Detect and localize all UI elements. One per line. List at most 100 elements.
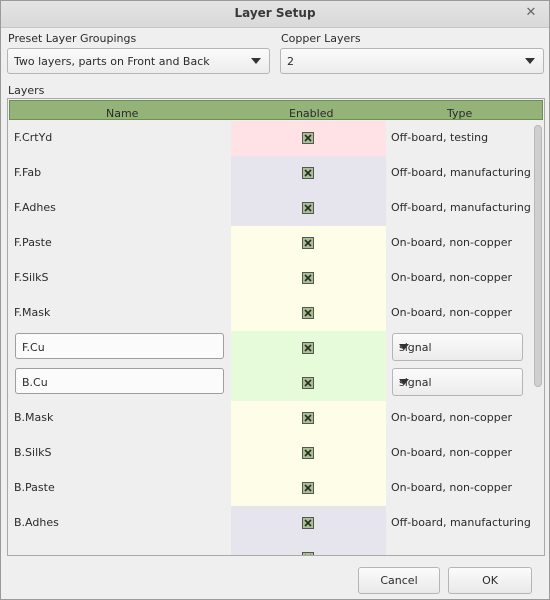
layer-name: F.Fab	[14, 166, 42, 179]
layer-name: F.Adhes	[14, 201, 56, 214]
layer-type: On-board, non-copper	[391, 446, 513, 459]
layer-type: On-board, non-copper	[391, 236, 513, 249]
dialog-title: Layer Setup	[234, 6, 316, 20]
enabled-cell	[231, 156, 386, 191]
layer-setup-dialog: Layer Setup ✕ Preset Layer Groupings Two…	[0, 0, 550, 600]
layer-type: Off-board, manufacturing	[391, 166, 531, 179]
table-row: F.CrtYd Off-board, testing	[8, 121, 532, 156]
chevron-down-icon	[399, 379, 409, 385]
layer-type-dropdown[interactable]: signal	[392, 368, 523, 396]
enabled-checkbox[interactable]	[302, 552, 314, 555]
enabled-checkbox[interactable]	[302, 517, 314, 529]
copper-layers-dropdown[interactable]: 2	[280, 48, 544, 74]
enabled-cell	[231, 506, 386, 541]
copper-layers-label: Copper Layers	[281, 32, 361, 45]
enabled-cell	[231, 226, 386, 261]
layer-name: F.CrtYd	[14, 131, 53, 144]
enabled-cell	[231, 366, 386, 401]
layer-name: B.SilkS	[14, 446, 52, 459]
preset-dropdown[interactable]: Two layers, parts on Front and Back	[7, 48, 270, 74]
enabled-checkbox[interactable]	[302, 202, 314, 214]
table-row: F.Mask On-board, non-copper	[8, 296, 532, 331]
table-row: B.SilkS On-board, non-copper	[8, 436, 532, 471]
layers-label: Layers	[8, 84, 45, 97]
chevron-down-icon	[399, 344, 409, 350]
cancel-button[interactable]: Cancel	[358, 567, 440, 594]
table-header: Name Enabled Type	[9, 100, 543, 120]
chevron-down-icon	[251, 58, 261, 64]
enabled-checkbox[interactable]	[302, 132, 314, 144]
checkmark-icon	[304, 169, 312, 177]
layer-name: B.Adhes	[14, 516, 59, 529]
layer-name-input[interactable]: F.Cu	[15, 333, 224, 359]
enabled-cell	[231, 296, 386, 331]
enabled-checkbox[interactable]	[302, 447, 314, 459]
enabled-checkbox[interactable]	[302, 272, 314, 284]
layer-name: B.Mask	[14, 411, 54, 424]
enabled-cell	[231, 401, 386, 436]
copper-layers-value: 2	[287, 55, 294, 68]
layer-name: F.Paste	[14, 236, 52, 249]
preset-label: Preset Layer Groupings	[8, 32, 137, 45]
layers-table: Name Enabled Type F.CrtYd Off-board, test…	[7, 98, 545, 556]
table-row: F.Paste On-board, non-copper	[8, 226, 532, 261]
chevron-down-icon	[525, 58, 535, 64]
enabled-checkbox[interactable]	[302, 237, 314, 249]
enabled-checkbox[interactable]	[302, 377, 314, 389]
close-icon[interactable]: ✕	[523, 5, 539, 21]
layer-type: Off-board, manufacturing	[391, 201, 531, 214]
enabled-checkbox[interactable]	[302, 482, 314, 494]
enabled-checkbox[interactable]	[302, 342, 314, 354]
layer-type: On-board, non-copper	[391, 306, 513, 319]
enabled-cell	[231, 261, 386, 296]
layer-type-dropdown[interactable]: signal	[392, 333, 523, 361]
enabled-cell	[231, 191, 386, 226]
layer-type: Off-board, testing	[391, 131, 489, 144]
checkmark-icon	[305, 554, 311, 555]
title-bar: Layer Setup ✕	[1, 1, 549, 28]
enabled-checkbox[interactable]	[302, 412, 314, 424]
checkmark-icon	[304, 344, 312, 352]
checkmark-icon	[304, 134, 312, 142]
checkmark-icon	[304, 484, 312, 492]
column-header-name: Name	[106, 107, 139, 120]
column-header-enabled: Enabled	[289, 107, 334, 120]
checkmark-icon	[304, 309, 312, 317]
enabled-checkbox[interactable]	[302, 167, 314, 179]
layer-name: F.SilkS	[14, 271, 49, 284]
layer-type: On-board, non-copper	[391, 411, 513, 424]
table-row: F.Fab Off-board, manufacturing	[8, 156, 532, 191]
layer-name: F.Mask	[14, 306, 51, 319]
vertical-scrollbar[interactable]	[534, 123, 542, 553]
enabled-cell	[231, 471, 386, 506]
enabled-cell	[231, 541, 386, 555]
checkmark-icon	[304, 519, 312, 527]
table-row: B.Paste On-board, non-copper	[8, 471, 532, 506]
table-row: B.Mask On-board, non-copper	[8, 401, 532, 436]
checkmark-icon	[304, 379, 312, 387]
layer-name: B.Paste	[14, 481, 55, 494]
table-row: F.Cu signal	[8, 331, 532, 366]
enabled-cell	[231, 331, 386, 366]
preset-value: Two layers, parts on Front and Back	[14, 55, 210, 68]
checkmark-icon	[304, 414, 312, 422]
checkmark-icon	[304, 274, 312, 282]
table-row: B.Adhes Off-board, manufacturing	[8, 506, 532, 541]
layer-type: On-board, non-copper	[391, 481, 513, 494]
checkmark-icon	[304, 204, 312, 212]
checkmark-icon	[304, 449, 312, 457]
table-row: F.Adhes Off-board, manufacturing	[8, 191, 532, 226]
layer-type: On-board, non-copper	[391, 271, 513, 284]
scrollbar-thumb[interactable]	[534, 125, 542, 387]
table-row	[8, 541, 532, 555]
column-header-type: Type	[447, 107, 473, 120]
layer-name-value: F.Cu	[22, 341, 45, 354]
enabled-checkbox[interactable]	[302, 307, 314, 319]
ok-button[interactable]: OK	[448, 567, 532, 594]
table-row: B.Cu signal	[8, 366, 532, 401]
table-row: F.SilkS On-board, non-copper	[8, 261, 532, 296]
enabled-cell	[231, 436, 386, 471]
layer-name-input[interactable]: B.Cu	[15, 368, 224, 394]
layer-type: Off-board, manufacturing	[391, 516, 531, 529]
enabled-cell	[231, 121, 386, 156]
